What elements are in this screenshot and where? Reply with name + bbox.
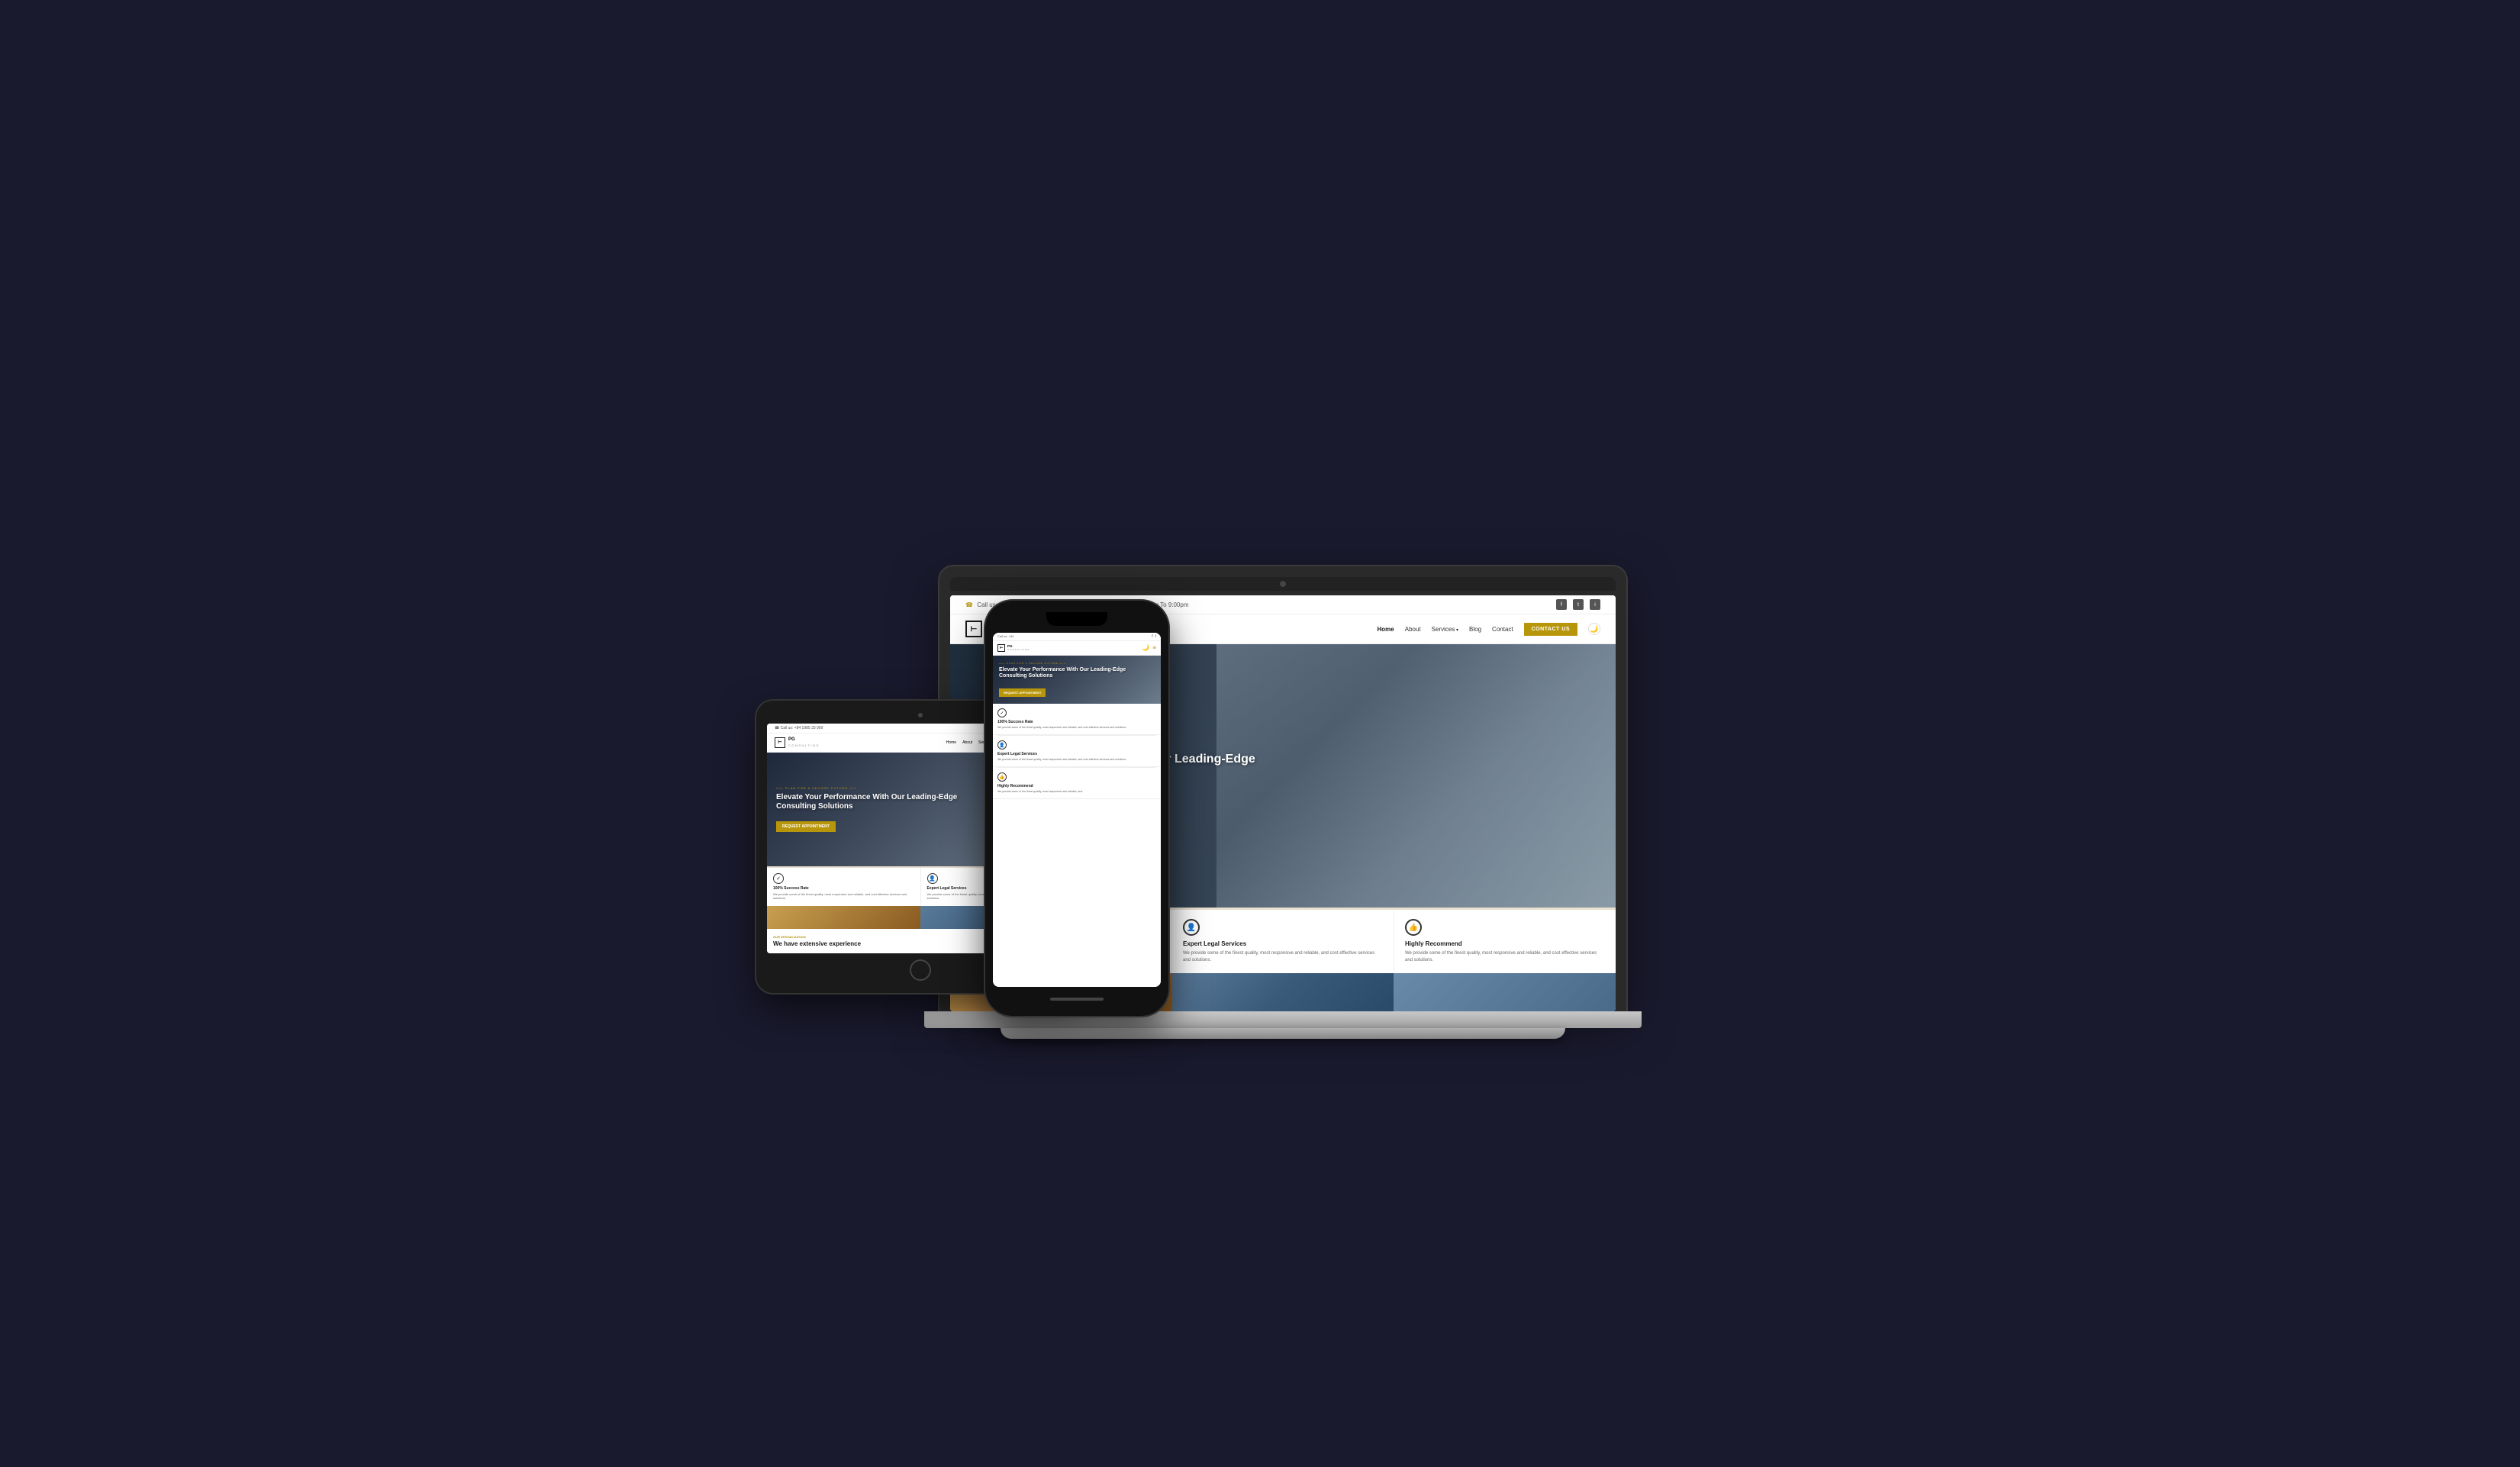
phone-feature-desc-2: We provide some of the finest quality, m… bbox=[997, 758, 1156, 762]
phone-hero-content: ««« PLAN FOR A SECURE FUTURE »»» Elevate… bbox=[999, 662, 1155, 698]
phone-hero-tag: ««« PLAN FOR A SECURE FUTURE »»» bbox=[999, 662, 1155, 665]
facebook-icon[interactable]: f bbox=[1556, 599, 1567, 610]
instagram-icon[interactable]: i bbox=[1590, 599, 1600, 610]
tablet-feature-icon-1: ✓ bbox=[773, 873, 784, 884]
tablet-logo-icon: ⊢ bbox=[775, 737, 785, 748]
tablet-logo: ⊢ PG CONSULTING bbox=[775, 737, 820, 748]
laptop-camera-bar bbox=[950, 577, 1616, 591]
tablet-phone-text: Call us: +84 1985 33 999 bbox=[781, 726, 823, 730]
phone-feature-section-3: 👍 Highly Recommend We provide some of th… bbox=[993, 768, 1161, 799]
phone-feature-desc-1: We provide some of the finest quality, m… bbox=[997, 726, 1156, 730]
twitter-icon[interactable]: t bbox=[1573, 599, 1584, 610]
laptop-feature-title-2: Expert Legal Services bbox=[1183, 940, 1383, 947]
laptop-nav-home[interactable]: Home bbox=[1378, 626, 1394, 633]
tablet-feature-icon-2: 👤 bbox=[927, 873, 938, 884]
laptop-social-icons: f t i bbox=[1556, 599, 1600, 610]
laptop-feature-card-2: 👤 Expert Legal Services We provide some … bbox=[1172, 910, 1394, 973]
phone-notch-bar bbox=[993, 610, 1161, 628]
laptop-dark-toggle[interactable]: 🌙 bbox=[1588, 623, 1600, 635]
laptop-feature-card-3: 👍 Highly Recommend We provide some of th… bbox=[1394, 910, 1616, 973]
phone-logo: ⊢ PG CONSULTING bbox=[997, 644, 1030, 652]
laptop-feature-title-3: Highly Recommend bbox=[1405, 940, 1605, 947]
laptop-camera bbox=[1280, 581, 1286, 587]
tablet-phone-icon: ☎ bbox=[775, 726, 779, 730]
phone-logo-icon: ⊢ bbox=[997, 644, 1005, 652]
tablet-hero-title: Elevate Your Performance With Our Leadin… bbox=[776, 793, 964, 811]
phone-hamburger-icon[interactable]: ≡ bbox=[1152, 644, 1156, 651]
laptop-image-3 bbox=[1394, 973, 1616, 1011]
phone-feature-title-2: Expert Legal Services bbox=[997, 752, 1156, 756]
phone-call-text: Call us: +84 bbox=[997, 634, 1013, 638]
tablet-phone-info: ☎ Call us: +84 1985 33 999 bbox=[775, 726, 823, 730]
phone-feature-desc-3: We provide some of the finest quality, m… bbox=[997, 790, 1156, 794]
phone-social-icons: f t bbox=[1152, 634, 1156, 639]
phone-feature-title-3: Highly Recommend bbox=[997, 784, 1156, 788]
tablet-hero-content: ««« PLAN FOR A SECURE FUTURE »»» Elevate… bbox=[776, 786, 964, 832]
laptop-nav-about[interactable]: About bbox=[1405, 626, 1421, 633]
tablet-camera bbox=[918, 713, 923, 717]
phone-device: Call us: +84 f t ⊢ PG CONSULTING bbox=[985, 601, 1168, 1016]
phone-dark-toggle[interactable]: 🌙 bbox=[1142, 644, 1149, 651]
tablet-home-circle[interactable] bbox=[910, 959, 931, 981]
tablet-nav-about[interactable]: About bbox=[962, 740, 972, 745]
phone-notch bbox=[1046, 612, 1107, 626]
tablet-hero-cta[interactable]: REQUEST APPOINTMENT bbox=[776, 821, 836, 832]
tablet-logo-text: PG CONSULTING bbox=[788, 737, 820, 746]
phone-tw-icon: t bbox=[1155, 634, 1156, 639]
laptop-contact-button[interactable]: CONTACT US bbox=[1524, 623, 1577, 636]
phone-logo-text: PG CONSULTING bbox=[1007, 644, 1030, 651]
phone-hero-cta[interactable]: REQUEST APPOINTMENT bbox=[999, 688, 1046, 697]
phone-feature-icon-3: 👍 bbox=[997, 772, 1007, 782]
laptop-foot bbox=[1001, 1028, 1565, 1039]
tablet-image-1 bbox=[767, 906, 920, 929]
phone-hero: ««« PLAN FOR A SECURE FUTURE »»» Elevate… bbox=[993, 656, 1161, 704]
phone-screen: Call us: +84 f t ⊢ PG CONSULTING bbox=[993, 633, 1161, 987]
laptop-nav-services[interactable]: Services bbox=[1432, 626, 1458, 633]
laptop-feature-desc-3: We provide some of the finest quality, m… bbox=[1405, 950, 1605, 964]
tablet-feature-1: ✓ 100% Success Rate We provide some of t… bbox=[767, 868, 921, 906]
laptop-nav-blog[interactable]: Blog bbox=[1469, 626, 1481, 633]
phone-feature-section-2: 👤 Expert Legal Services We provide some … bbox=[993, 736, 1161, 767]
phone-website: Call us: +84 f t ⊢ PG CONSULTING bbox=[993, 633, 1161, 987]
laptop-feature-icon-3: 👍 bbox=[1405, 919, 1422, 936]
phone-feature-section-1: ✓ 100% Success Rate We provide some of t… bbox=[993, 704, 1161, 735]
tablet-feature-desc-1: We provide some of the finest quality, m… bbox=[773, 892, 914, 901]
phone-feature-icon-1: ✓ bbox=[997, 708, 1007, 717]
laptop-phone-icon: ☎ bbox=[965, 601, 973, 608]
phone-top-bar: Call us: +84 f t bbox=[993, 633, 1161, 641]
scene: ☎ Call us: +84 1985 33 999 ⊙ Opening hou… bbox=[756, 428, 1764, 1039]
phone-nav-icons: 🌙 ≡ bbox=[1142, 644, 1156, 651]
phone-bottom-bar bbox=[993, 991, 1161, 1007]
phone-hero-title: Elevate Your Performance With Our Leadin… bbox=[999, 667, 1155, 680]
tablet-hero-tag: ««« PLAN FOR A SECURE FUTURE »»» bbox=[776, 786, 964, 790]
laptop-image-2 bbox=[1172, 973, 1394, 1011]
phone-home-indicator bbox=[1050, 998, 1104, 1001]
phone-feature-icon-2: 👤 bbox=[997, 740, 1007, 750]
tablet-feature-title-1: 100% Success Rate bbox=[773, 886, 914, 891]
tablet-nav-home[interactable]: Home bbox=[946, 740, 956, 745]
phone-nav: ⊢ PG CONSULTING 🌙 ≡ bbox=[993, 641, 1161, 656]
laptop-nav-links: Home About Services Blog Contact CONTACT… bbox=[1378, 623, 1600, 636]
laptop-feature-desc-2: We provide some of the finest quality, m… bbox=[1183, 950, 1383, 964]
laptop-feature-icon-2: 👤 bbox=[1183, 919, 1200, 936]
laptop-nav-contact[interactable]: Contact bbox=[1492, 626, 1513, 633]
phone-feature-title-1: 100% Success Rate bbox=[997, 720, 1156, 724]
laptop-logo-icon: ⊢ bbox=[965, 621, 982, 637]
